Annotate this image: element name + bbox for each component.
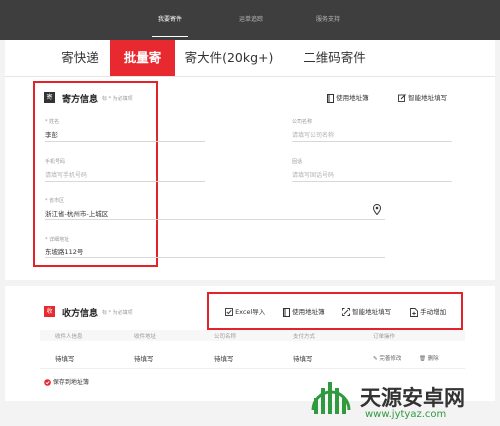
- scan-icon: [342, 308, 350, 316]
- row-address: 待填写: [134, 355, 154, 363]
- check-circle-icon: [44, 379, 51, 386]
- region-select[interactable]: 浙江省-杭州市-上城区: [45, 208, 108, 218]
- row-company: 待填写: [214, 355, 234, 363]
- nav-track-waybill[interactable]: 运单追踪: [225, 0, 277, 40]
- trash-icon: 🗑: [419, 356, 426, 362]
- name-label: * 姓名: [45, 119, 60, 125]
- column-header-payment: 支付方式: [293, 334, 316, 340]
- save-to-address-book-checkbox[interactable]: 保存到地址簿: [44, 377, 89, 386]
- save-to-address-book-label: 保存到地址簿: [52, 379, 89, 386]
- receiver-badge: 收: [44, 306, 55, 317]
- landline-field[interactable]: 请填写固话号码: [292, 170, 334, 179]
- receiver-title: 收方信息: [62, 309, 99, 319]
- receiver-table-header: [40, 330, 465, 341]
- watermark-logo-icon: [311, 382, 351, 414]
- watermark-url: www.jytyaz.com: [365, 409, 447, 420]
- column-header-address: 收件地址: [134, 334, 157, 340]
- company-label: 公司名称: [292, 119, 313, 125]
- name-field[interactable]: 李彭: [45, 129, 58, 139]
- phone-label: 手机号码: [45, 159, 66, 165]
- receiver-required-note: 标 * 为必填项: [102, 310, 133, 316]
- watermark: 天源安卓网 www.jytyaz.com: [305, 378, 500, 426]
- region-label: * 省市区: [45, 198, 65, 204]
- company-underline: [292, 141, 452, 142]
- excel-import-button[interactable]: Excel导入: [225, 306, 265, 316]
- tab-batch[interactable]: 批量寄: [110, 40, 175, 76]
- receiver-address-book-button[interactable]: 使用地址簿: [283, 306, 325, 317]
- receiver-smart-fill-label: 智能地址填写: [352, 308, 392, 316]
- column-header-company: 公司名称: [214, 334, 237, 340]
- manual-add-button[interactable]: 手动增加: [410, 306, 446, 317]
- address-book-icon: [327, 93, 334, 103]
- phone-field[interactable]: 请填写手机号码: [45, 170, 87, 179]
- sender-address-book-button[interactable]: 使用地址簿: [327, 92, 369, 103]
- excel-import-icon: [225, 308, 233, 316]
- pencil-icon: ✎: [373, 356, 378, 362]
- landline-underline: [292, 181, 452, 182]
- sender-smart-fill-button[interactable]: 智能地址填写: [398, 92, 447, 102]
- sender-badge: 寄: [44, 92, 55, 103]
- landline-label: 固话: [292, 159, 303, 165]
- row-delete-button[interactable]: 🗑 删除: [419, 354, 439, 362]
- column-header-receiver: 收件人信息: [55, 334, 83, 340]
- row-edit-label: 完善修改: [379, 356, 402, 362]
- row-divider: [40, 368, 465, 369]
- manual-add-label: 手动增加: [420, 308, 447, 316]
- row-edit-button[interactable]: ✎ 完善修改: [373, 354, 401, 362]
- nav-send-package[interactable]: 我要寄件: [148, 0, 192, 40]
- row-receiver-info: 待填写: [55, 355, 75, 363]
- address-label: * 详细地址: [45, 237, 70, 243]
- address-underline: [45, 257, 385, 258]
- receiver-address-book-label: 使用地址簿: [292, 308, 325, 316]
- edit-icon: [398, 94, 406, 102]
- tab-express[interactable]: 寄快递: [50, 40, 110, 76]
- excel-import-label: Excel导入: [235, 308, 266, 316]
- sender-smart-fill-label: 智能地址填写: [408, 94, 448, 102]
- send-type-tabs: 寄快递 批量寄 寄大件(20kg+) 二维码寄件: [5, 40, 495, 76]
- nav-service-support[interactable]: 服务支持: [302, 0, 354, 40]
- watermark-title: 天源安卓网: [360, 386, 465, 410]
- column-header-actions: 订单操作: [373, 334, 396, 340]
- region-underline: [45, 219, 385, 220]
- sender-required-note: 标 * 为必填项: [102, 96, 133, 102]
- address-field[interactable]: 东坡路112号: [45, 246, 83, 256]
- sender-address-book-label: 使用地址簿: [336, 94, 369, 102]
- company-field[interactable]: 请填写公司名称: [292, 130, 334, 139]
- name-underline: [45, 141, 205, 142]
- row-delete-label: 删除: [427, 356, 439, 362]
- sender-title: 寄方信息: [62, 95, 99, 105]
- receiver-smart-fill-button[interactable]: 智能地址填写: [342, 306, 391, 316]
- top-nav-bar: 我要寄件 运单追踪 服务支持: [0, 0, 500, 40]
- row-payment: 待填写: [293, 355, 313, 363]
- tab-bulky[interactable]: 寄大件(20kg+): [179, 40, 279, 76]
- phone-underline: [45, 181, 205, 182]
- address-book-icon: [283, 307, 290, 317]
- tab-qrcode[interactable]: 二维码寄件: [287, 40, 382, 76]
- location-pin-icon[interactable]: [373, 204, 381, 215]
- manual-add-icon: [410, 307, 418, 317]
